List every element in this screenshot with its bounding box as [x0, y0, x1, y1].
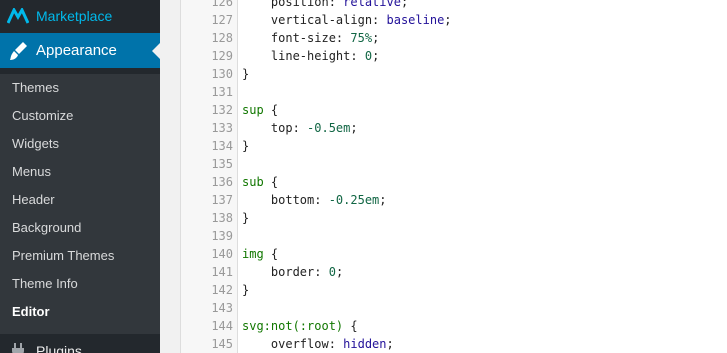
line-number: 126 — [211, 0, 233, 9]
code-line[interactable]: 145 overflow: hidden; — [181, 335, 727, 353]
code-text: bottom: -0.25em; — [242, 193, 387, 207]
code-line[interactable]: 142} — [181, 281, 727, 299]
menu-label-plugins: Plugins — [36, 343, 82, 353]
code-text: sub { — [242, 175, 279, 189]
code-line[interactable]: 136 sub { — [181, 173, 727, 191]
line-number: 140 — [211, 247, 233, 261]
line-number: 136 — [211, 175, 233, 189]
code-text: border: 0; — [242, 265, 344, 279]
code-text: } — [242, 211, 250, 225]
line-number: 131 — [211, 85, 233, 99]
line-number: 141 — [211, 265, 233, 279]
submenu-item-menus[interactable]: Menus — [12, 158, 51, 186]
code-text: } — [242, 67, 250, 81]
code-text: overflow: hidden; — [242, 337, 394, 351]
appearance-submenu: Themes Customize Widgets Menus Header Ba… — [0, 74, 160, 334]
submenu-item-customize[interactable]: Customize — [12, 102, 73, 130]
menu-label-marketplace: Marketplace — [36, 8, 113, 24]
line-number: 145 — [211, 337, 233, 351]
line-number: 127 — [211, 13, 233, 27]
plugins-icon — [0, 342, 36, 353]
line-number: 133 — [211, 121, 233, 135]
submenu-item-theme-info[interactable]: Theme Info — [12, 270, 78, 298]
menu-item-marketplace[interactable]: Marketplace — [0, 0, 160, 32]
line-number: 144 — [211, 319, 233, 333]
admin-sidebar: Marketplace Appearance Themes Customize … — [0, 0, 160, 353]
code-line[interactable]: 131 — [181, 83, 727, 101]
line-number: 129 — [211, 49, 233, 63]
code-line[interactable]: 137 bottom: -0.25em; — [181, 191, 727, 209]
code-text: line-height: 0; — [242, 49, 380, 63]
code-text: svg:not(:root) { — [242, 319, 358, 333]
code-line[interactable]: 143 — [181, 299, 727, 317]
main-content: 126 position: relative; 127 vertical-alig… — [160, 0, 727, 353]
code-line[interactable]: 132 sup { — [181, 101, 727, 119]
code-line[interactable]: 141 border: 0; — [181, 263, 727, 281]
submenu-item-themes[interactable]: Themes — [12, 74, 59, 102]
paintbrush-icon — [0, 41, 36, 61]
code-line[interactable]: 139 — [181, 227, 727, 245]
code-line[interactable]: 134} — [181, 137, 727, 155]
code-line[interactable]: 135 — [181, 155, 727, 173]
submenu-item-background[interactable]: Background — [12, 214, 81, 242]
code-line[interactable]: 130} — [181, 65, 727, 83]
code-text: position: relative; — [242, 0, 409, 9]
code-line[interactable]: 140 img { — [181, 245, 727, 263]
code-line[interactable]: 133 top: -0.5em; — [181, 119, 727, 137]
code-line[interactable]: 144 svg:not(:root) { — [181, 317, 727, 335]
menu-label-appearance: Appearance — [36, 41, 117, 59]
code-line[interactable]: 129 line-height: 0; — [181, 47, 727, 65]
code-text: } — [242, 139, 250, 153]
active-menu-arrow — [152, 42, 160, 59]
code-line[interactable]: 126 position: relative; — [181, 0, 727, 11]
line-number: 139 — [211, 229, 233, 243]
submenu-item-premium-themes[interactable]: Premium Themes — [12, 242, 114, 270]
code-line[interactable]: 138} — [181, 209, 727, 227]
code-lines: 126 position: relative; 127 vertical-alig… — [181, 0, 727, 353]
code-text: vertical-align: baseline; — [242, 13, 452, 27]
line-number: 134 — [211, 139, 233, 153]
marketplace-logo-icon — [0, 8, 36, 24]
code-text: font-size: 75%; — [242, 31, 380, 45]
line-number: 142 — [211, 283, 233, 297]
line-number: 130 — [211, 67, 233, 81]
menu-item-appearance[interactable]: Appearance — [0, 33, 160, 68]
code-line[interactable]: 128 font-size: 75%; — [181, 29, 727, 47]
code-editor[interactable]: 126 position: relative; 127 vertical-alig… — [180, 0, 727, 353]
line-number: 132 — [211, 103, 233, 117]
submenu-item-header[interactable]: Header — [12, 186, 55, 214]
submenu-item-widgets[interactable]: Widgets — [12, 130, 59, 158]
code-text: top: -0.5em; — [242, 121, 358, 135]
menu-item-plugins[interactable]: Plugins — [0, 334, 160, 353]
line-number: 143 — [211, 301, 233, 315]
line-number: 128 — [211, 31, 233, 45]
line-number: 138 — [211, 211, 233, 225]
code-line[interactable]: 127 vertical-align: baseline; — [181, 11, 727, 29]
code-text: } — [242, 283, 250, 297]
line-number: 135 — [211, 157, 233, 171]
code-text: img { — [242, 247, 279, 261]
submenu-item-editor[interactable]: Editor — [12, 298, 50, 326]
line-number: 137 — [211, 193, 233, 207]
code-text: sup { — [242, 103, 279, 117]
